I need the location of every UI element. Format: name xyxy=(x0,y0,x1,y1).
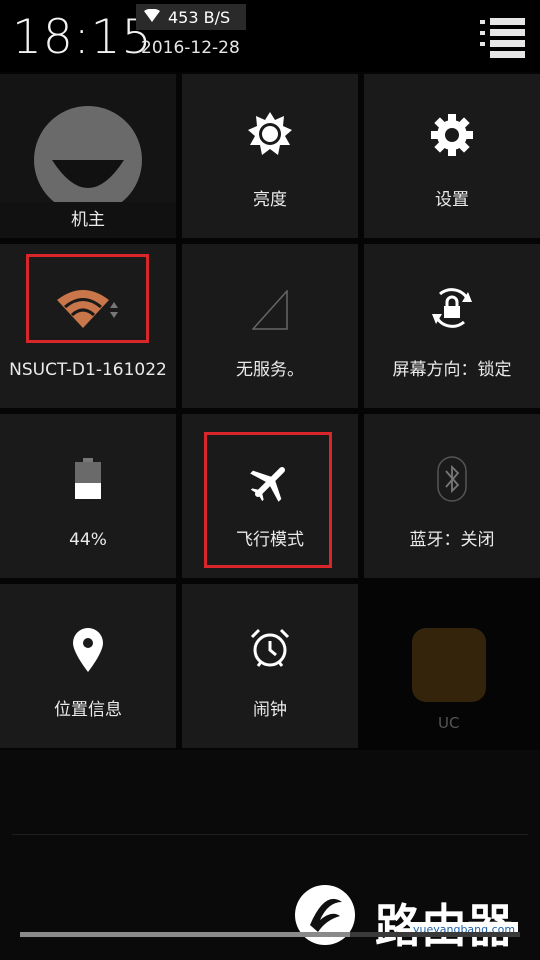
brightness-slider-fill xyxy=(20,932,350,937)
tile-alarm[interactable]: 闹钟 xyxy=(182,584,358,748)
tile-rotation[interactable]: 屏幕方向：锁定 xyxy=(364,244,540,408)
tile-brightness-label: 亮度 xyxy=(253,190,287,210)
tile-mobile-data[interactable]: 无服务。 xyxy=(182,244,358,408)
tile-settings[interactable]: 设置 xyxy=(364,74,540,238)
tile-battery[interactable]: 44% xyxy=(0,414,176,578)
tile-bluetooth[interactable]: 蓝牙：关闭 xyxy=(364,414,540,578)
notification-header: 18:15 453 B/S 2016-12-28 xyxy=(0,0,540,72)
tile-location-label: 位置信息 xyxy=(54,700,122,720)
wifi-signal-icon xyxy=(144,8,160,27)
location-pin-icon xyxy=(73,628,103,676)
uc-app-icon xyxy=(412,628,486,702)
net-speed-text: 453 B/S xyxy=(168,7,231,27)
brightness-sun-icon xyxy=(248,112,292,160)
tile-user-label: 机主 xyxy=(71,210,105,230)
bluetooth-icon xyxy=(437,456,467,506)
rotation-lock-icon xyxy=(430,286,474,334)
list-menu-icon[interactable] xyxy=(478,16,528,58)
tile-battery-label: 44% xyxy=(69,530,107,550)
airplane-highlight-box xyxy=(204,432,332,568)
wifi-highlight-box xyxy=(26,254,149,343)
tile-settings-label: 设置 xyxy=(435,190,469,210)
tile-brightness[interactable]: 亮度 xyxy=(182,74,358,238)
clock[interactable]: 18:15 xyxy=(12,10,152,65)
cell-signal-icon xyxy=(251,289,288,334)
tile-wifi-label: NSUCT-D1-161022 xyxy=(9,360,167,380)
uc-app-label: UC xyxy=(438,714,460,732)
brightness-slider[interactable] xyxy=(20,932,520,937)
battery-icon xyxy=(74,458,102,504)
tile-user[interactable]: 机主 xyxy=(0,74,176,238)
tile-bluetooth-label: 蓝牙：关闭 xyxy=(409,530,495,550)
tile-rotation-label: 屏幕方向：锁定 xyxy=(392,360,512,380)
date-text[interactable]: 2016-12-28 xyxy=(141,38,240,58)
network-speed-indicator: 453 B/S xyxy=(136,4,246,30)
alarm-clock-icon xyxy=(250,628,290,672)
dock-divider xyxy=(12,834,528,835)
tile-location[interactable]: 位置信息 xyxy=(0,584,176,748)
tile-alarm-label: 闹钟 xyxy=(253,700,287,720)
gear-icon xyxy=(431,114,473,160)
tile-mobile-label: 无服务。 xyxy=(236,360,304,380)
quick-settings-screen: 18:15 453 B/S 2016-12-28 机主 亮度 设置 NSUCT-… xyxy=(0,0,540,960)
